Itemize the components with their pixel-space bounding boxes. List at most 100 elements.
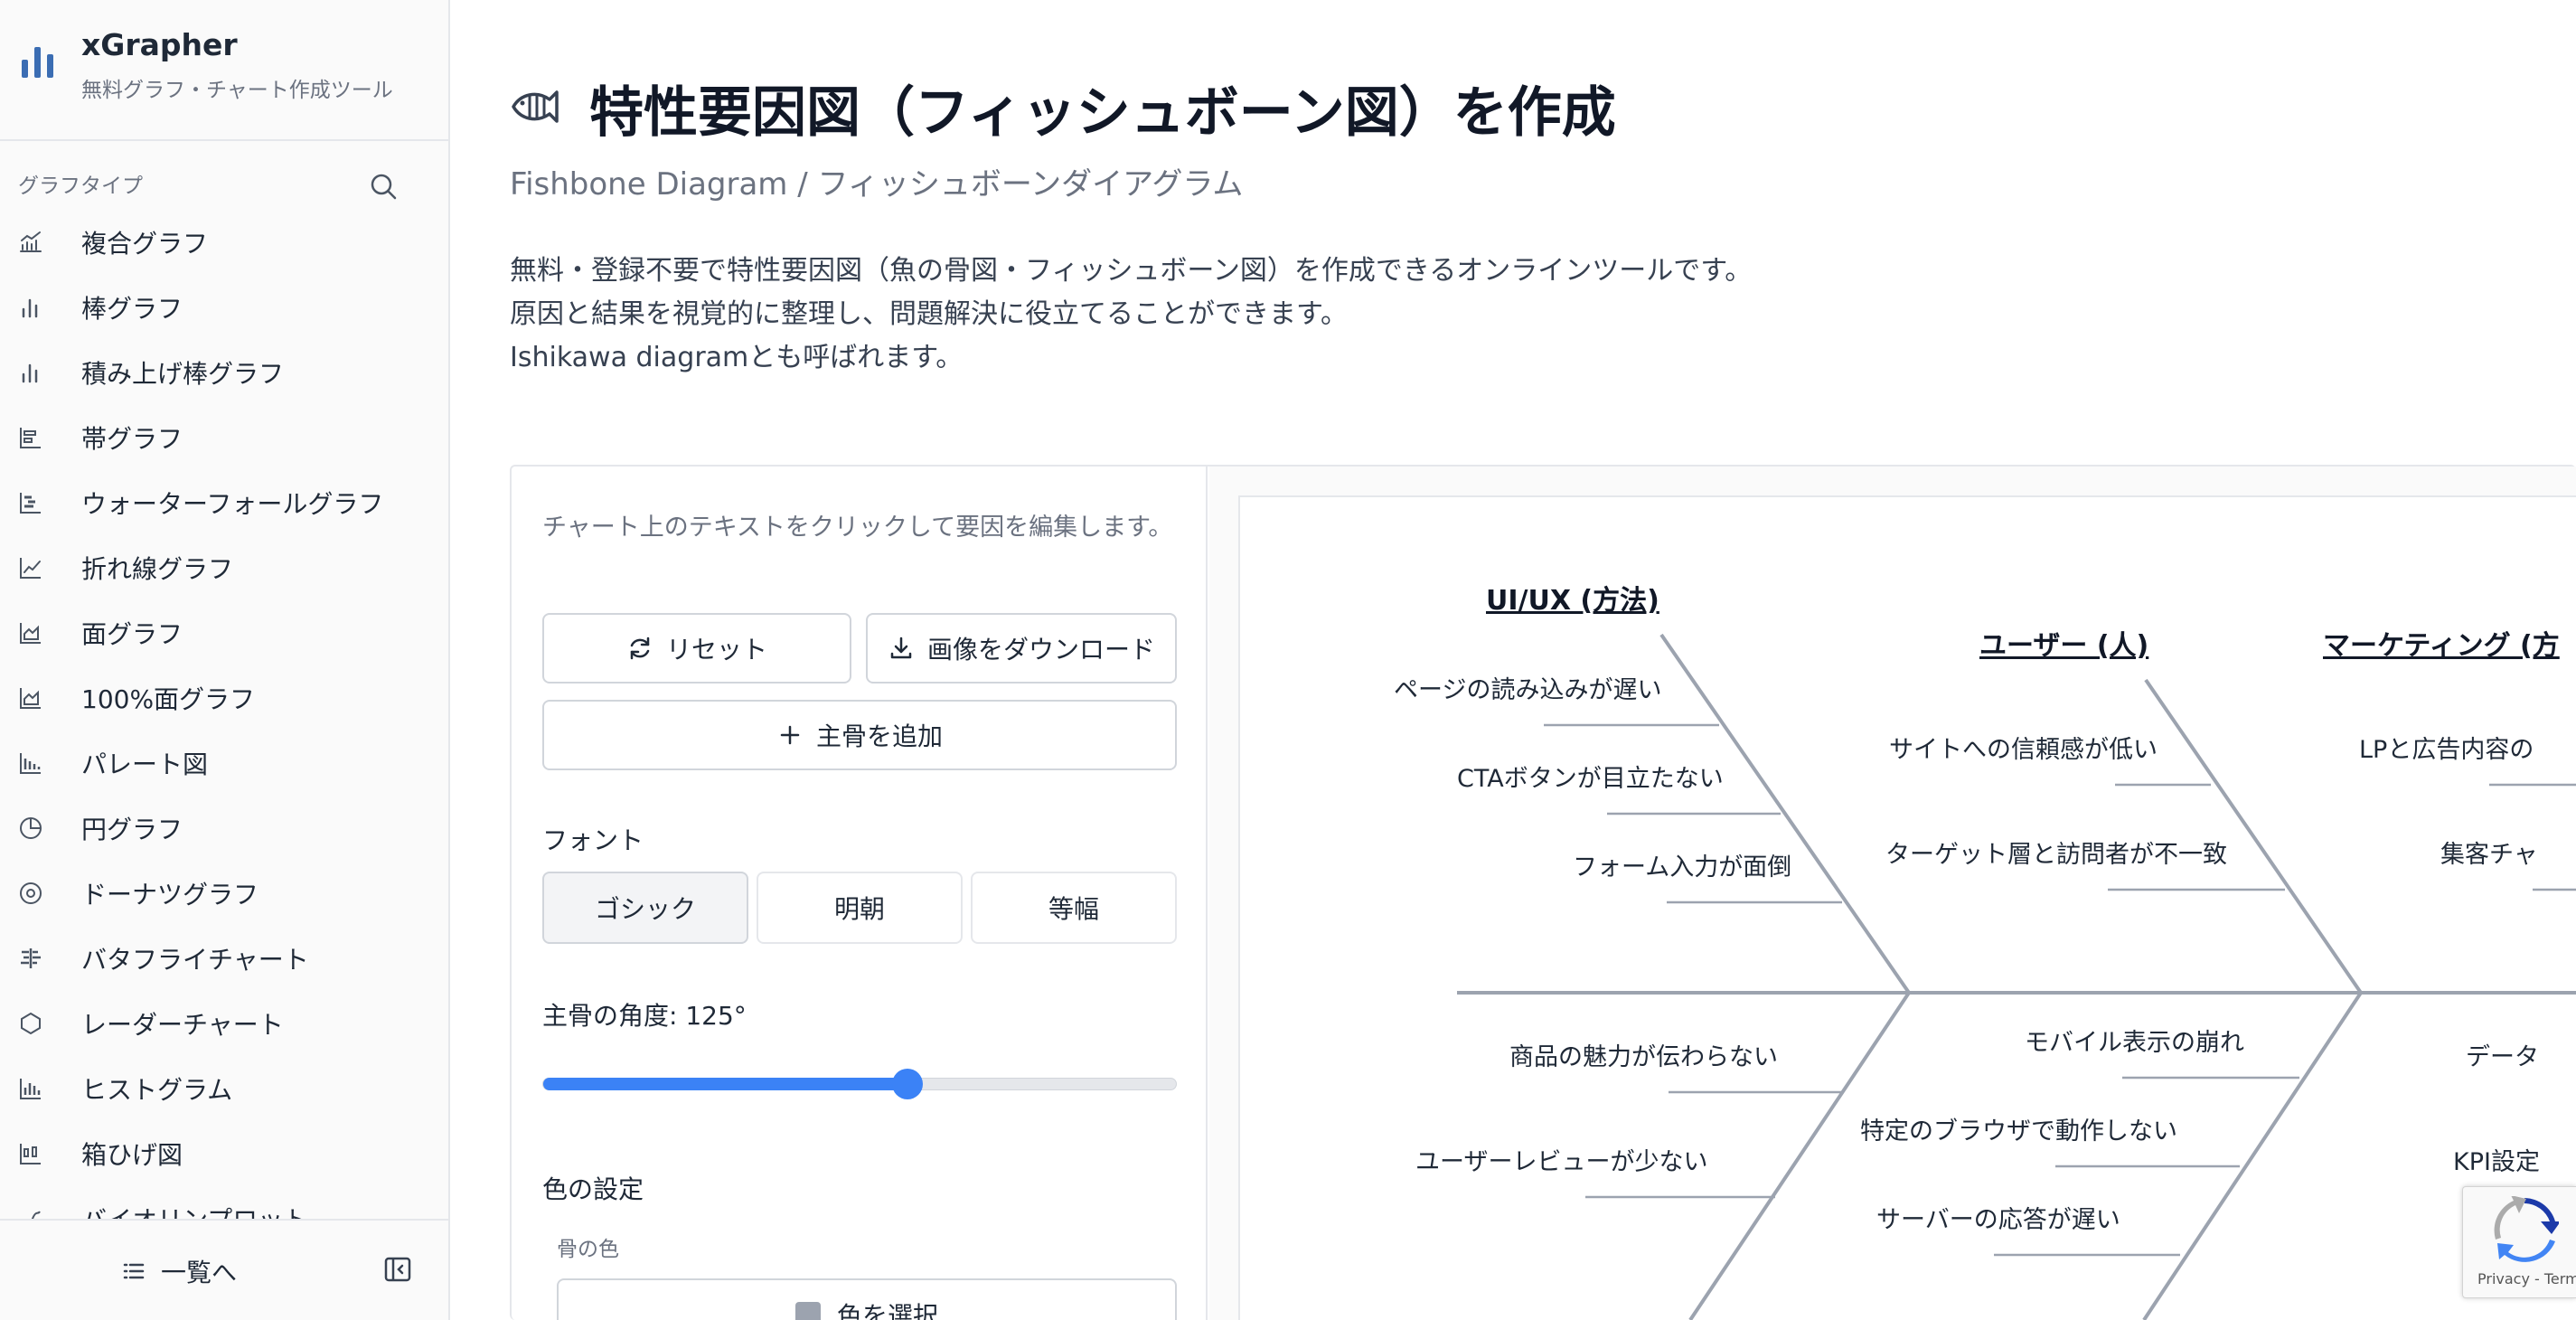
fishbone-svg: UI/UX (方法) ユーザー (人) マーケティング (方 ページの読み込みが… bbox=[1394, 585, 2576, 1320]
fish-icon bbox=[512, 90, 559, 123]
line-chart-icon bbox=[20, 558, 41, 579]
cause-text[interactable]: LPと広告内容の bbox=[2359, 736, 2534, 764]
cause-text[interactable]: フォーム入力が面倒 bbox=[1573, 853, 1791, 882]
sidebar-item-area[interactable]: 面グラフ bbox=[0, 599, 448, 664]
recaptcha-icon bbox=[2494, 1196, 2559, 1262]
description-line: 原因と結果を視覚的に整理し、問題解決に役立てることができます。 bbox=[510, 298, 1348, 330]
sidebar-item-label: 帯グラフ bbox=[81, 424, 183, 454]
cause-text[interactable]: KPI設定 bbox=[2453, 1148, 2540, 1176]
sidebar-item-stacked-bar[interactable]: 積み上げ棒グラフ bbox=[0, 338, 448, 403]
download-label: 画像をダウンロード bbox=[926, 635, 1155, 665]
angle-label: 主骨の角度: 125° bbox=[542, 1001, 747, 1031]
combo-chart-icon bbox=[20, 231, 42, 252]
description-line: Ishikawa diagramとも呼ばれます。 bbox=[510, 342, 964, 373]
sidebar-item-label: ヒストグラム bbox=[81, 1075, 233, 1105]
band-chart-icon bbox=[20, 428, 41, 448]
sidebar-item-donut[interactable]: ドーナツグラフ bbox=[0, 859, 448, 924]
sidebar-item-butterfly[interactable]: バタフライチャート bbox=[0, 924, 448, 989]
list-view-button[interactable]: 一覧へ bbox=[121, 1251, 237, 1291]
cause-text[interactable]: データ bbox=[2466, 1043, 2539, 1071]
sidebar-item-label: 棒グラフ bbox=[81, 294, 183, 324]
sidebar-item-line[interactable]: 折れ線グラフ bbox=[0, 533, 448, 599]
bar-chart-logo-icon bbox=[22, 47, 53, 78]
font-option-mincho[interactable]: 明朝 bbox=[757, 872, 963, 944]
reset-button[interactable]: リセット bbox=[542, 613, 851, 684]
angle-slider-thumb[interactable] bbox=[891, 1069, 923, 1099]
sidebar-item-band[interactable]: 帯グラフ bbox=[0, 403, 448, 468]
sidebar-item-boxplot[interactable]: 箱ひげ図 bbox=[0, 1119, 448, 1184]
recaptcha-links[interactable]: Privacy - Terms bbox=[2477, 1270, 2576, 1287]
sidebar-item-bar[interactable]: 棒グラフ bbox=[0, 273, 448, 338]
bone-color-button[interactable]: 色を選択 bbox=[557, 1278, 1177, 1320]
collapse-sidebar-icon[interactable] bbox=[383, 1255, 412, 1284]
page-title: 特性要因図（フィッシュボーン図）を作成 bbox=[589, 81, 1616, 145]
sidebar-item-label: レーダーチャート bbox=[81, 1010, 284, 1040]
edit-hint: チャート上のテキストをクリックして要因を編集します。 bbox=[542, 514, 1173, 542]
bone-color-label: 骨の色 bbox=[557, 1238, 619, 1261]
boxplot-icon bbox=[20, 1144, 41, 1164]
sidebar-item-pareto[interactable]: パレート図 bbox=[0, 729, 448, 794]
sidebar-item-label: 折れ線グラフ bbox=[81, 554, 234, 584]
cause-text[interactable]: ページの読み込みが遅い bbox=[1394, 676, 1661, 704]
sidebar-item-label: 積み上げ棒グラフ bbox=[81, 359, 285, 389]
sidebar-item-histogram[interactable]: ヒストグラム bbox=[0, 1054, 448, 1119]
pie-chart-icon bbox=[20, 817, 42, 839]
category-user[interactable]: ユーザー (人) bbox=[1979, 630, 2148, 662]
sidebar: xGrapher 無料グラフ・チャート作成ツール グラフタイプ 複合グラフ 棒グ… bbox=[0, 0, 450, 1320]
main-bone-user bbox=[2144, 678, 2363, 995]
pareto-icon bbox=[20, 753, 41, 774]
reset-label: リセット bbox=[665, 635, 767, 665]
category-uiux[interactable]: UI/UX (方法) bbox=[1486, 585, 1659, 617]
editor-panel: チャート上のテキストをクリックして要因を編集します。 リセット 画像をダウンロー… bbox=[510, 465, 2576, 1320]
bone-color-button-label: 色を選択 bbox=[836, 1301, 938, 1320]
cause-text[interactable]: 商品の魅力が伝わらない bbox=[1509, 1043, 1778, 1071]
sidebar-item-combo[interactable]: 複合グラフ bbox=[0, 208, 448, 273]
fishbone-diagram: UI/UX (方法) ユーザー (人) マーケティング (方 ページの読み込みが… bbox=[1238, 495, 2576, 1320]
page-subtitle: Fishbone Diagram / フィッシュボーンダイアグラム bbox=[510, 166, 1244, 203]
sidebar-footer: 一覧へ bbox=[0, 1219, 448, 1320]
cause-text[interactable]: 特定のブラウザで動作しない bbox=[1860, 1117, 2177, 1146]
butterfly-icon bbox=[21, 948, 41, 968]
cause-text[interactable]: ユーザーレビューが少ない bbox=[1415, 1148, 1707, 1176]
sidebar-item-waterfall[interactable]: ウォーターフォールグラフ bbox=[0, 468, 448, 533]
category-marketing[interactable]: マーケティング (方 bbox=[2323, 630, 2560, 662]
cause-text[interactable]: 集客チャ bbox=[2440, 841, 2538, 869]
sidebar-item-label: 円グラフ bbox=[81, 815, 183, 844]
area-100-icon bbox=[20, 688, 41, 709]
cause-text[interactable]: ターゲット層と訪問者が不一致 bbox=[1885, 841, 2227, 869]
radar-icon bbox=[21, 1012, 41, 1035]
cause-text[interactable]: モバイル表示の崩れ bbox=[2025, 1029, 2244, 1057]
download-icon bbox=[890, 636, 912, 659]
angle-slider[interactable] bbox=[542, 1069, 1177, 1099]
sidebar-item-label: 100%面グラフ bbox=[81, 684, 256, 714]
page-description: 無料・登録不要で特性要因図（魚の骨図・フィッシュボーン図）を作成できるオンライン… bbox=[510, 250, 1752, 380]
font-option-monospace[interactable]: 等幅 bbox=[971, 872, 1177, 944]
cause-text[interactable]: CTAボタンが目立たない bbox=[1457, 765, 1724, 793]
donut-chart-icon bbox=[20, 882, 42, 904]
add-main-bone-button[interactable]: 主骨を追加 bbox=[542, 700, 1177, 770]
download-image-button[interactable]: 画像をダウンロード bbox=[866, 613, 1177, 684]
sidebar-item-area-100[interactable]: 100%面グラフ bbox=[0, 664, 448, 729]
cause-text[interactable]: サイトへの信頼感が低い bbox=[1889, 736, 2158, 764]
font-label: フォント bbox=[542, 825, 644, 855]
sidebar-item-label: 箱ひげ図 bbox=[81, 1140, 183, 1170]
sidebar-item-label: パレート図 bbox=[81, 750, 209, 779]
search-icon[interactable] bbox=[365, 168, 401, 204]
area-chart-icon bbox=[20, 623, 41, 644]
sidebar-item-radar[interactable]: レーダーチャート bbox=[0, 989, 448, 1054]
font-option-gothic[interactable]: ゴシック bbox=[542, 872, 748, 944]
recaptcha-badge[interactable]: Privacy - Terms bbox=[2462, 1186, 2576, 1298]
plus-icon bbox=[780, 725, 800, 745]
section-label: グラフタイプ bbox=[18, 174, 143, 198]
sidebar-item-label: 複合グラフ bbox=[81, 229, 209, 259]
sidebar-item-label: 面グラフ bbox=[81, 619, 183, 649]
chart-area: UI/UX (方法) ユーザー (人) マーケティング (方 ページの読み込みが… bbox=[1209, 467, 2576, 1320]
list-icon bbox=[123, 1263, 145, 1279]
cause-text[interactable]: サーバーの応答が遅い bbox=[1876, 1206, 2120, 1234]
refresh-icon bbox=[630, 636, 650, 660]
main-bone-lower-1 bbox=[1688, 991, 1911, 1320]
sidebar-item-pie[interactable]: 円グラフ bbox=[0, 794, 448, 859]
brand-header[interactable]: xGrapher 無料グラフ・チャート作成ツール bbox=[0, 0, 448, 141]
description-line: 無料・登録不要で特性要因図（魚の骨図・フィッシュボーン図）を作成できるオンライン… bbox=[510, 255, 1753, 287]
controls-panel: チャート上のテキストをクリックして要因を編集します。 リセット 画像をダウンロー… bbox=[512, 467, 1208, 1320]
